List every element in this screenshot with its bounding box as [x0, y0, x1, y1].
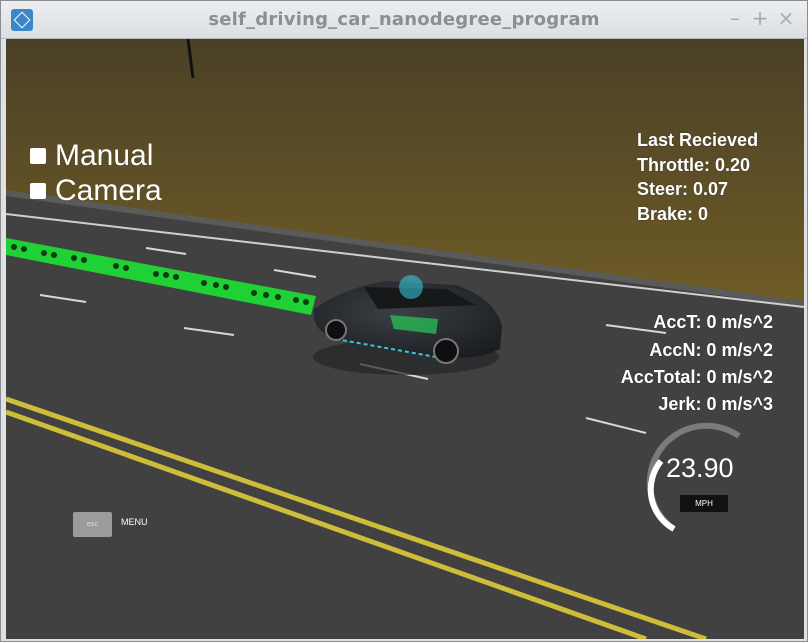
acct-readout: AccT: 0 m/s^2: [653, 312, 773, 332]
speed-unit: MPH: [680, 495, 728, 512]
accn-readout: AccN: 0 m/s^2: [649, 340, 773, 360]
close-button[interactable]: ×: [775, 7, 797, 29]
esc-button[interactable]: esc: [73, 512, 112, 537]
last-received-label: Last Recieved: [637, 130, 759, 150]
brake-readout: Brake: 0: [637, 204, 709, 224]
minimize-button[interactable]: –: [724, 7, 746, 29]
camera-option[interactable]: Camera: [30, 174, 162, 208]
throttle-readout: Throttle: 0.20: [637, 155, 751, 175]
maximize-button[interactable]: +: [749, 7, 771, 29]
camera-label: Camera: [55, 174, 162, 207]
steer-readout: Steer: 0.07: [637, 179, 729, 199]
title-bar[interactable]: self_driving_car_nanodegree_program – + …: [1, 1, 807, 39]
window-title: self_driving_car_nanodegree_program: [208, 9, 600, 30]
camera-checkbox[interactable]: [30, 183, 46, 199]
jerk-readout: Jerk: 0 m/s^3: [658, 394, 773, 414]
manual-option[interactable]: Manual: [30, 139, 153, 173]
acctotal-readout: AccTotal: 0 m/s^2: [620, 367, 773, 387]
manual-checkbox[interactable]: [30, 148, 46, 164]
manual-label: Manual: [55, 139, 154, 172]
app-window: self_driving_car_nanodegree_program – + …: [0, 0, 808, 642]
speed-value: 23.90: [666, 453, 734, 483]
simulator-viewport[interactable]: Manual Camera Last Recieved Throttle: 0.…: [6, 39, 804, 639]
menu-label: MENU: [121, 517, 148, 527]
